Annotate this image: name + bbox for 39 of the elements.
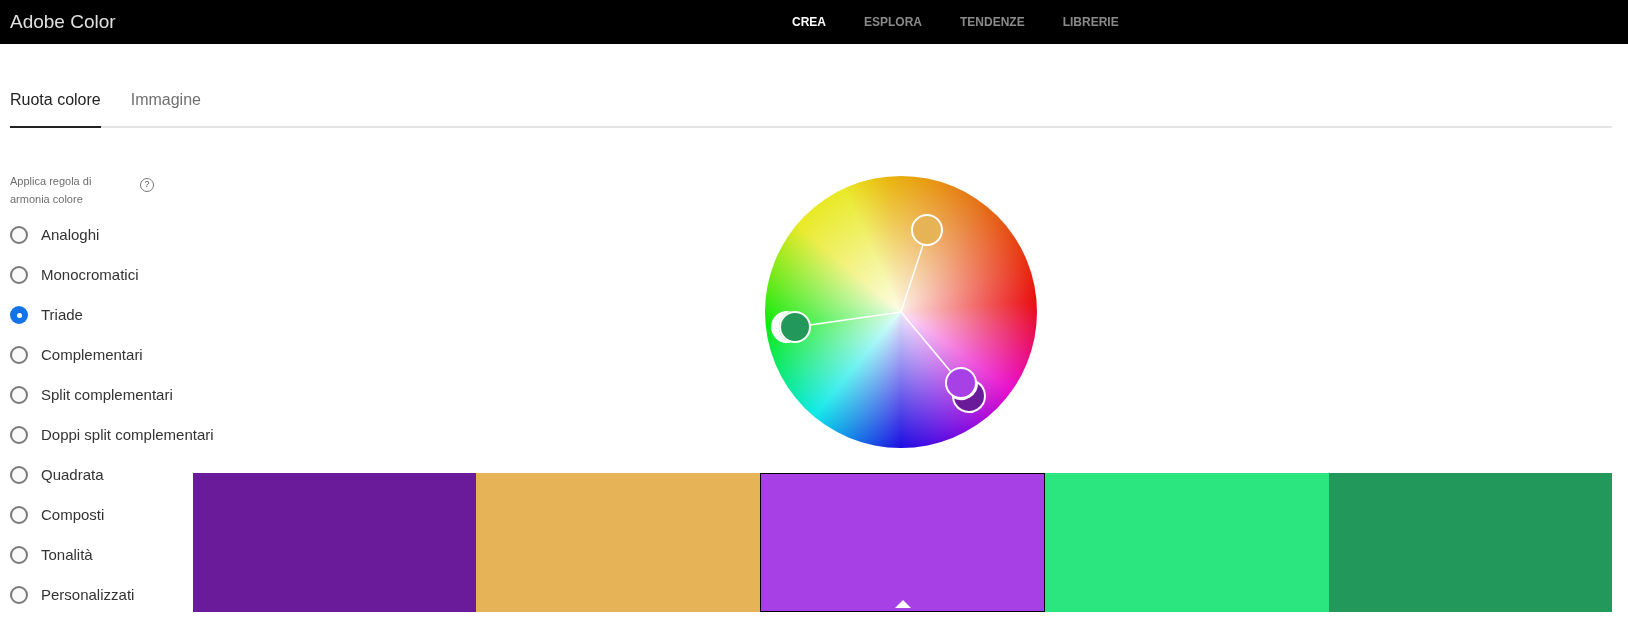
radio-button[interactable] — [10, 506, 28, 524]
color-handle[interactable] — [952, 381, 986, 413]
radio-label: Split complementari — [41, 384, 173, 405]
radio-label: Monocromatici — [41, 264, 139, 285]
app-title: Adobe Color — [10, 9, 116, 34]
color-swatch[interactable] — [1328, 473, 1613, 612]
radio-button[interactable] — [10, 546, 28, 564]
radio-button[interactable] — [10, 466, 28, 484]
tab[interactable]: Ruota colore — [10, 88, 101, 128]
color-swatch[interactable] — [476, 473, 760, 612]
triangle-icon — [894, 600, 911, 608]
color-swatch[interactable] — [1045, 473, 1329, 612]
color-handle[interactable] — [779, 311, 811, 343]
radio-button[interactable] — [10, 306, 28, 324]
nav-link[interactable]: TENDENZE — [960, 13, 1025, 31]
nav-link[interactable]: CREA — [792, 13, 826, 31]
radio-button[interactable] — [10, 386, 28, 404]
harmony-label: Applica regola di armonia colore — [10, 174, 93, 207]
color-swatch[interactable] — [759, 473, 1046, 612]
radio-label: Quadrata — [41, 464, 104, 485]
radio-button[interactable] — [10, 426, 28, 444]
color-handle[interactable] — [945, 367, 977, 399]
radio-label: Personalizzati — [41, 584, 135, 605]
radio-button[interactable] — [10, 226, 28, 244]
tab[interactable]: Immagine — [130, 88, 201, 128]
nav-link[interactable]: ESPLORA — [864, 13, 923, 31]
radio-label: Complementari — [41, 344, 143, 365]
nav-link[interactable]: LIBRERIE — [1062, 13, 1119, 31]
radio-button[interactable] — [10, 346, 28, 364]
color-swatch[interactable] — [193, 473, 477, 612]
radio-label: Doppi split complementari — [41, 424, 214, 445]
radio-label: Composti — [41, 504, 105, 525]
handle-ring — [771, 311, 791, 343]
radio-label: Triade — [41, 304, 83, 325]
color-handle[interactable] — [911, 214, 943, 246]
radio-button[interactable] — [10, 266, 28, 284]
radio-label: Analoghi — [41, 224, 100, 245]
radio-label: Tonalità — [41, 544, 93, 565]
radio-button[interactable] — [10, 586, 28, 604]
